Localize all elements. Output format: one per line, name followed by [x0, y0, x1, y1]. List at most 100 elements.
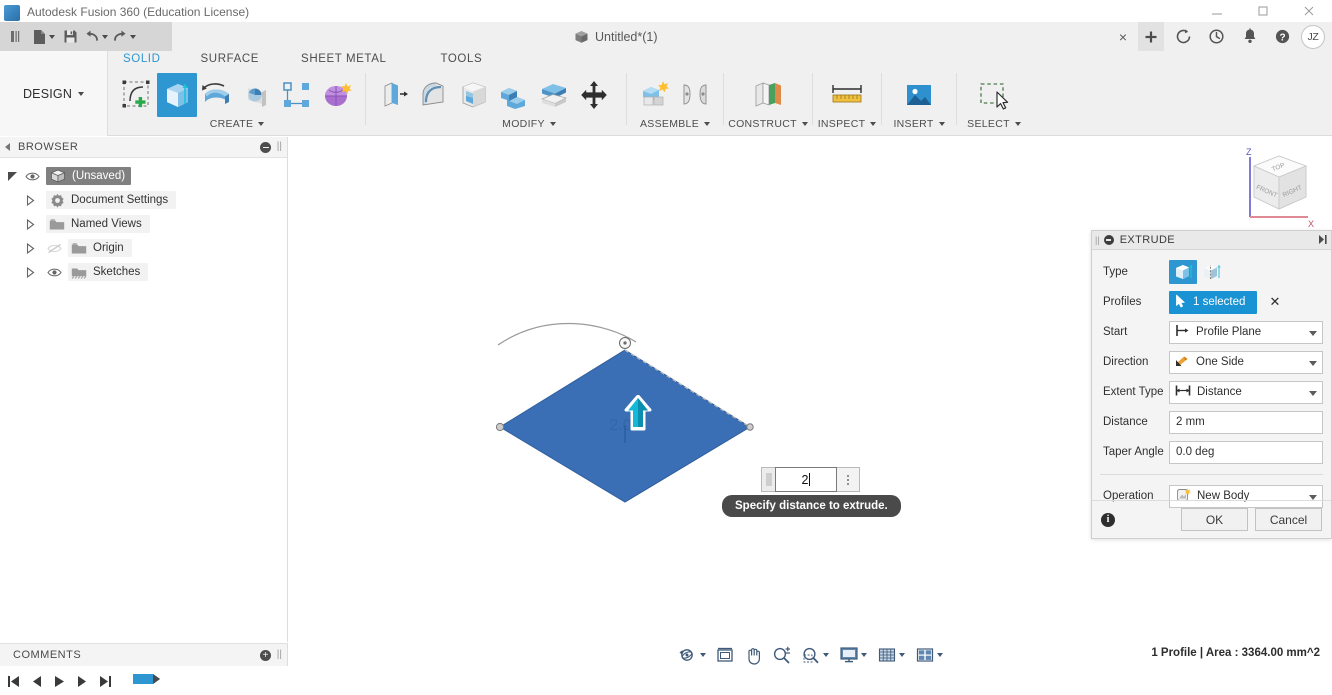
panel-select-label[interactable]: SELECT: [961, 118, 1027, 130]
collapse-left-icon[interactable]: [5, 143, 10, 151]
panel-create-label[interactable]: CREATE: [113, 118, 361, 130]
combine-icon[interactable]: [494, 73, 534, 117]
panel-assemble-label[interactable]: ASSEMBLE: [631, 118, 719, 130]
viewports-icon[interactable]: [913, 643, 945, 667]
grip-icon[interactable]: ||: [277, 141, 282, 152]
jump-to-end-icon[interactable]: [97, 674, 114, 689]
extrude-arrow-handle[interactable]: [624, 394, 652, 431]
ok-button[interactable]: OK: [1181, 508, 1248, 531]
play-icon[interactable]: [51, 674, 68, 689]
info-icon[interactable]: i: [1101, 512, 1115, 527]
revolve-icon[interactable]: [197, 73, 237, 117]
eye-visible-icon[interactable]: [46, 265, 63, 279]
clear-selection-button[interactable]: ✕: [1269, 294, 1280, 310]
chevron-down-icon[interactable]: [102, 34, 108, 39]
distance-inline-input[interactable]: 2: [761, 467, 860, 492]
pin-right-icon[interactable]: [1317, 234, 1328, 248]
triangle-expanded-icon[interactable]: [6, 170, 19, 183]
chevron-down-icon[interactable]: [1309, 360, 1317, 366]
extrude-icon[interactable]: [157, 73, 197, 117]
insert-image-icon[interactable]: [899, 73, 939, 117]
drag-grip-icon[interactable]: [761, 467, 775, 492]
tab-tools[interactable]: TOOLS: [396, 53, 492, 65]
triangle-collapsed-icon[interactable]: [24, 242, 37, 255]
create-sketch-icon[interactable]: [117, 73, 157, 117]
direction-dropdown[interactable]: One Side: [1169, 350, 1323, 374]
jump-to-beginning-icon[interactable]: [5, 674, 22, 689]
chevron-down-icon[interactable]: [704, 122, 710, 126]
chevron-down-icon[interactable]: [258, 122, 265, 126]
chevron-down-icon[interactable]: [699, 653, 706, 657]
chevron-down-icon[interactable]: [549, 122, 556, 126]
chevron-down-icon[interactable]: [801, 122, 808, 126]
extent-type-dropdown[interactable]: Distance: [1169, 380, 1323, 404]
distance-field[interactable]: 2 mm: [1169, 410, 1323, 434]
tree-item-sketches[interactable]: Sketches: [0, 260, 287, 284]
display-settings-icon[interactable]: [837, 643, 869, 667]
joint-icon[interactable]: [675, 73, 715, 117]
form-icon[interactable]: [317, 73, 357, 117]
fillet-icon[interactable]: [414, 73, 454, 117]
plus-circle-icon[interactable]: +: [260, 650, 271, 661]
profiles-selection-button[interactable]: 1 selected: [1169, 290, 1258, 314]
minus-circle-icon[interactable]: [260, 142, 271, 153]
job-status-icon[interactable]: [1167, 22, 1200, 51]
notifications-bell-icon[interactable]: [1233, 22, 1266, 51]
tree-item-origin[interactable]: Origin: [0, 236, 287, 260]
move-copy-icon[interactable]: [574, 73, 614, 117]
distance-value-field[interactable]: 2: [775, 467, 837, 492]
close-tab-button[interactable]: ×: [1112, 22, 1134, 51]
tree-item-unsaved[interactable]: (Unsaved): [0, 164, 287, 188]
recent-icon[interactable]: [1200, 22, 1233, 51]
step-back-icon[interactable]: [28, 674, 45, 689]
new-tab-button[interactable]: [1138, 22, 1164, 51]
workspace-selector[interactable]: DESIGN: [0, 51, 108, 136]
show-data-panel-icon[interactable]: [6, 25, 27, 49]
eye-visible-icon[interactable]: [24, 169, 41, 183]
shell-icon[interactable]: [454, 73, 494, 117]
tab-sheet-metal[interactable]: SHEET METAL: [269, 53, 396, 65]
save-icon[interactable]: [60, 25, 81, 49]
one-side-extrude-icon[interactable]: [1169, 260, 1197, 284]
chevron-down-icon[interactable]: [78, 91, 85, 96]
chevron-down-icon[interactable]: [898, 653, 905, 657]
tab-solid[interactable]: SOLID: [113, 53, 171, 65]
panel-modify-label[interactable]: MODIFY: [440, 118, 618, 130]
undo-icon[interactable]: [83, 25, 109, 49]
chevron-down-icon[interactable]: [1309, 330, 1317, 336]
minus-circle-icon[interactable]: [1103, 235, 1114, 245]
taper-angle-field[interactable]: 0.0 deg: [1169, 440, 1323, 464]
eye-hidden-icon[interactable]: [46, 241, 63, 255]
zoom-icon[interactable]: [770, 643, 794, 667]
press-pull-icon[interactable]: [374, 73, 414, 117]
step-forward-icon[interactable]: [74, 674, 91, 689]
tab-surface[interactable]: SURFACE: [171, 53, 270, 65]
triangle-collapsed-icon[interactable]: [24, 218, 37, 231]
start-dropdown[interactable]: Profile Plane: [1169, 320, 1323, 344]
triangle-collapsed-icon[interactable]: [24, 266, 37, 279]
file-icon[interactable]: [29, 25, 58, 49]
chevron-down-icon[interactable]: [822, 653, 829, 657]
orbit-icon[interactable]: [676, 643, 708, 667]
avatar[interactable]: JZ: [1301, 24, 1325, 49]
look-at-icon[interactable]: [713, 643, 737, 667]
extrude-dialog-header[interactable]: || EXTRUDE: [1092, 231, 1331, 250]
chevron-down-icon[interactable]: [860, 653, 867, 657]
grip-icon[interactable]: ||: [1095, 235, 1100, 245]
chevron-down-icon[interactable]: [49, 34, 55, 39]
measure-icon[interactable]: [827, 73, 867, 117]
minimize-icon[interactable]: [1194, 0, 1240, 22]
chevron-down-icon[interactable]: [938, 122, 945, 126]
tree-item-named-views[interactable]: Named Views: [0, 212, 287, 236]
distance-options-button[interactable]: [837, 467, 860, 492]
activate-radio-icon[interactable]: [141, 169, 155, 183]
pattern-icon[interactable]: [277, 73, 317, 117]
new-component-icon[interactable]: [635, 73, 675, 117]
grip-icon[interactable]: ||: [277, 649, 282, 660]
two-side-extrude-icon[interactable]: [1197, 260, 1225, 284]
maximize-icon[interactable]: [1240, 0, 1286, 22]
chevron-down-icon[interactable]: [1309, 390, 1317, 396]
cancel-button[interactable]: Cancel: [1255, 508, 1322, 531]
chevron-down-icon[interactable]: [1309, 494, 1317, 500]
split-body-icon[interactable]: [534, 73, 574, 117]
